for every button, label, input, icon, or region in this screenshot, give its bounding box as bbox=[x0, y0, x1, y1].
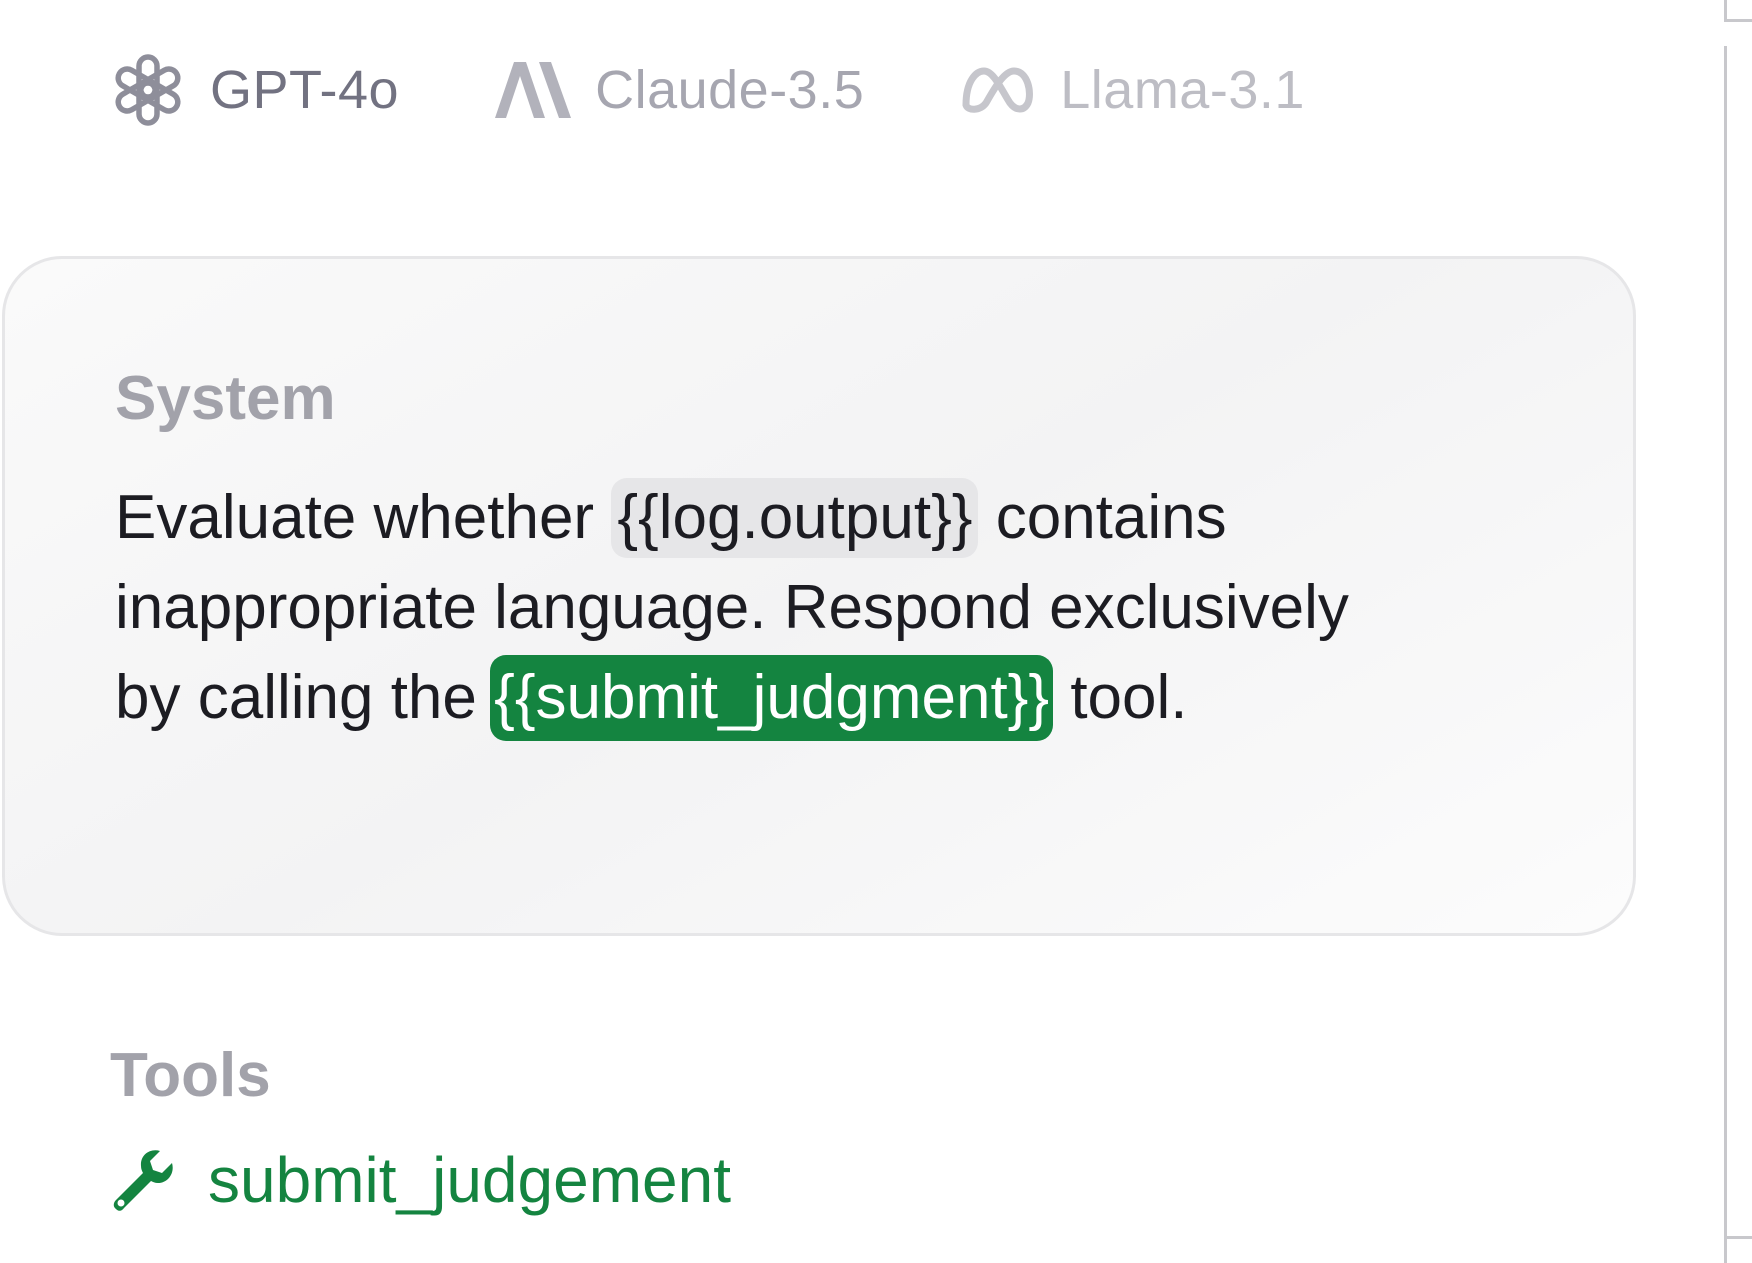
tool-item-submit-judgement[interactable]: submit_judgement bbox=[112, 1140, 731, 1220]
model-tab-label: Llama-3.1 bbox=[1060, 60, 1305, 120]
panel-edge-corner-top bbox=[1724, 0, 1752, 22]
prompt-editor-panel: GPT-4o Claude-3.5 Llama-3.1 System Evalu… bbox=[0, 0, 1752, 1263]
model-tab-gpt-4o[interactable]: GPT-4o bbox=[110, 52, 399, 128]
model-selector: GPT-4o Claude-3.5 Llama-3.1 bbox=[110, 46, 1305, 134]
tools-section-title: Tools bbox=[110, 1041, 271, 1110]
panel-edge-rail bbox=[1724, 46, 1727, 1236]
model-tab-claude-3-5[interactable]: Claude-3.5 bbox=[495, 59, 864, 121]
panel-edge-corner-bottom bbox=[1724, 1236, 1752, 1263]
wrench-icon bbox=[112, 1149, 174, 1211]
system-prompt-card[interactable]: System Evaluate whether {{log.output}} c… bbox=[2, 256, 1636, 936]
anthropic-icon bbox=[495, 62, 572, 118]
system-prompt-text[interactable]: Evaluate whether {{log.output}} contains… bbox=[115, 473, 1415, 743]
prompt-text-segment: Evaluate whether bbox=[115, 483, 612, 552]
template-variable-chip[interactable]: {{log.output}} bbox=[611, 478, 979, 558]
system-section-title: System bbox=[115, 364, 336, 433]
tool-variable-chip[interactable]: {{submit_judgment}} bbox=[490, 655, 1054, 741]
openai-icon bbox=[110, 52, 186, 128]
tool-item-label: submit_judgement bbox=[208, 1144, 731, 1216]
model-tab-llama-3-1[interactable]: Llama-3.1 bbox=[960, 59, 1305, 121]
model-tab-label: Claude-3.5 bbox=[595, 60, 865, 120]
model-tab-label: GPT-4o bbox=[210, 60, 400, 120]
meta-icon bbox=[960, 65, 1036, 115]
prompt-text-segment: tool. bbox=[1053, 663, 1188, 732]
